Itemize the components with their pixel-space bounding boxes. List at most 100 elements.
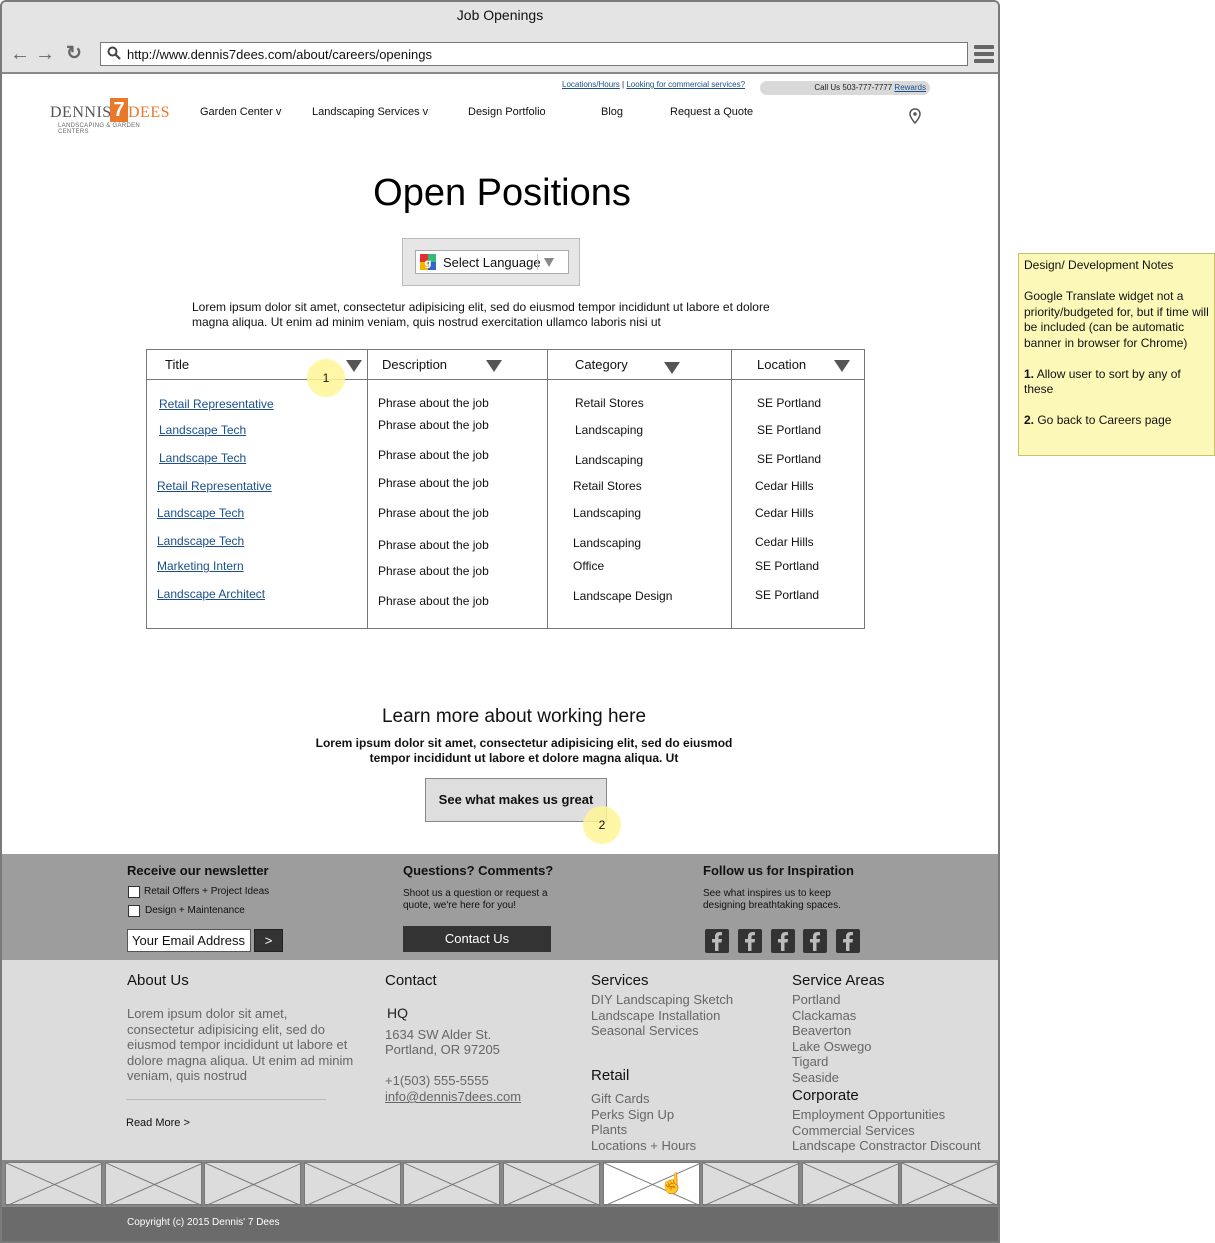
locations-hours-link[interactable]: Locations/Hours bbox=[562, 80, 620, 89]
location-pin-icon[interactable] bbox=[909, 108, 921, 124]
image-placeholder[interactable] bbox=[901, 1162, 998, 1207]
services-heading: Services bbox=[591, 972, 649, 989]
address-bar[interactable]: http://www.dennis7dees.com/about/careers… bbox=[100, 42, 968, 66]
corporate-link[interactable]: Commercial Services bbox=[792, 1123, 915, 1139]
notes-item-2-number: 2. bbox=[1024, 413, 1035, 427]
email-link[interactable]: info@dennis7dees.com bbox=[385, 1089, 521, 1105]
job-title-link[interactable]: Landscape Tech bbox=[159, 423, 246, 437]
nav-request-quote[interactable]: Request a Quote bbox=[670, 106, 753, 118]
nav-blog[interactable]: Blog bbox=[601, 106, 623, 118]
column-header-category-label: Category bbox=[575, 357, 628, 372]
notes-translate-note: Google Translate widget not a priority/b… bbox=[1024, 289, 1209, 350]
divider bbox=[126, 1099, 326, 1100]
retail-link[interactable]: Plants bbox=[591, 1122, 627, 1138]
reload-icon[interactable]: ↻ bbox=[64, 44, 84, 64]
service-area-link[interactable]: Lake Oswego bbox=[792, 1039, 872, 1055]
email-field[interactable]: Your Email Address bbox=[127, 929, 251, 952]
service-area-link[interactable]: Portland bbox=[792, 992, 840, 1008]
service-area-link[interactable]: Tigard bbox=[792, 1054, 828, 1070]
corporate-link[interactable]: Employment Opportunities bbox=[792, 1107, 945, 1123]
job-description: Phrase about the job bbox=[378, 448, 489, 462]
job-category: Retail Stores bbox=[573, 479, 642, 493]
nav-landscaping-services[interactable]: Landscaping Services v bbox=[312, 106, 428, 118]
corporate-link[interactable]: Landscape Constractor Discount bbox=[792, 1138, 981, 1154]
about-text: Lorem ipsum dolor sit amet, consectetur … bbox=[127, 1006, 354, 1083]
browser-window: Job Openings ← → ↻ http://www.dennis7dee… bbox=[0, 0, 1000, 1243]
retail-offers-label: Retail Offers + Project Ideas bbox=[144, 886, 270, 897]
facebook-icon[interactable] bbox=[836, 929, 860, 953]
job-title-link[interactable]: Landscape Tech bbox=[159, 451, 246, 465]
image-placeholder[interactable] bbox=[403, 1162, 502, 1207]
google-translate-icon: g bbox=[420, 254, 436, 270]
notes-item-2-text: Go back to Careers page bbox=[1034, 413, 1172, 427]
job-title-link[interactable]: Landscape Architect bbox=[157, 587, 265, 601]
column-header-description[interactable]: Description bbox=[368, 350, 548, 380]
retail-offers-checkbox[interactable] bbox=[128, 886, 140, 898]
retail-link[interactable]: Locations + Hours bbox=[591, 1138, 696, 1154]
hand-cursor-icon: ☝ bbox=[659, 1173, 685, 1195]
facebook-icon[interactable] bbox=[771, 929, 795, 953]
learn-heading: Learn more about working here bbox=[381, 706, 647, 727]
image-placeholder[interactable] bbox=[702, 1162, 801, 1207]
retail-link[interactable]: Perks Sign Up bbox=[591, 1107, 674, 1123]
url-text: http://www.dennis7dees.com/about/careers… bbox=[127, 47, 432, 62]
back-arrow-icon[interactable]: ← bbox=[10, 44, 30, 64]
service-area-link[interactable]: Seaside bbox=[792, 1070, 839, 1086]
forward-arrow-icon[interactable]: → bbox=[35, 44, 55, 64]
design-maintenance-checkbox[interactable] bbox=[128, 905, 140, 917]
image-placeholder[interactable]: ☝ bbox=[602, 1162, 701, 1207]
logo-word-dennis: DENNIS' bbox=[50, 104, 116, 121]
search-icon bbox=[107, 46, 121, 60]
job-title-link[interactable]: Landscape Tech bbox=[157, 506, 244, 520]
language-select-label: Select Language bbox=[443, 255, 541, 270]
read-more-link[interactable]: Read More > bbox=[126, 1117, 190, 1129]
job-location: SE Portland bbox=[757, 396, 822, 410]
logo[interactable]: DENNIS' 7 DEES LANDSCAPING & GARDEN CENT… bbox=[48, 96, 170, 135]
nav-garden-center[interactable]: Garden Center v bbox=[200, 106, 281, 118]
facebook-icon[interactable] bbox=[803, 929, 827, 953]
service-areas-heading: Service Areas bbox=[792, 972, 885, 989]
job-title-link[interactable]: Retail Representative bbox=[159, 397, 274, 411]
commercial-services-link[interactable]: Looking for commercial services? bbox=[626, 80, 745, 89]
google-translate-widget: g Select Language bbox=[402, 238, 580, 286]
select-divider bbox=[537, 254, 538, 270]
job-title-link[interactable]: Retail Representative bbox=[157, 479, 272, 493]
image-placeholder[interactable] bbox=[5, 1162, 104, 1207]
language-select[interactable]: g Select Language bbox=[415, 250, 569, 274]
rewards-link[interactable]: Rewards bbox=[894, 83, 926, 92]
service-area-link[interactable]: Clackamas bbox=[792, 1008, 856, 1024]
image-placeholder[interactable] bbox=[801, 1162, 900, 1207]
sort-description-icon[interactable] bbox=[486, 360, 502, 372]
address-line-2: Portland, OR 97205 bbox=[385, 1042, 500, 1057]
newsletter-submit-button[interactable]: > bbox=[254, 929, 283, 952]
column-header-location-label: Location bbox=[757, 357, 807, 372]
image-placeholder[interactable] bbox=[204, 1162, 303, 1207]
sort-location-icon[interactable] bbox=[834, 360, 850, 372]
services-link[interactable]: DIY Landscaping Sketch bbox=[591, 992, 733, 1008]
job-title-link[interactable]: Marketing Intern bbox=[157, 559, 244, 573]
column-header-category[interactable]: Category bbox=[548, 350, 732, 380]
questions-heading: Questions? Comments? bbox=[403, 863, 554, 878]
facebook-icon[interactable] bbox=[705, 929, 729, 953]
service-area-link[interactable]: Beaverton bbox=[792, 1023, 851, 1039]
column-header-description-label: Description bbox=[382, 357, 448, 372]
utility-links: Locations/Hours | Looking for commercial… bbox=[562, 80, 746, 89]
image-placeholder[interactable] bbox=[303, 1162, 402, 1207]
services-link[interactable]: Landscape Installation bbox=[591, 1008, 720, 1024]
design-notes-sticky: Design/ Development Notes Google Transla… bbox=[1018, 253, 1215, 456]
contact-us-button[interactable]: Contact Us bbox=[403, 926, 551, 952]
sort-category-icon[interactable] bbox=[664, 362, 680, 374]
see-what-makes-us-great-button[interactable]: See what makes us great bbox=[425, 778, 607, 822]
image-placeholder[interactable] bbox=[104, 1162, 203, 1207]
contact-heading: Contact bbox=[385, 972, 437, 989]
image-placeholder[interactable] bbox=[503, 1162, 602, 1207]
nav-design-portfolio[interactable]: Design Portfolio bbox=[468, 106, 546, 118]
job-location: SE Portland bbox=[755, 559, 820, 573]
services-link[interactable]: Seasonal Services bbox=[591, 1023, 699, 1039]
sort-title-icon[interactable] bbox=[346, 360, 362, 372]
hamburger-menu-icon[interactable] bbox=[974, 45, 994, 63]
about-heading: About Us bbox=[127, 972, 189, 989]
job-title-link[interactable]: Landscape Tech bbox=[157, 534, 244, 548]
retail-link[interactable]: Gift Cards bbox=[591, 1091, 650, 1107]
facebook-icon[interactable] bbox=[738, 929, 762, 953]
